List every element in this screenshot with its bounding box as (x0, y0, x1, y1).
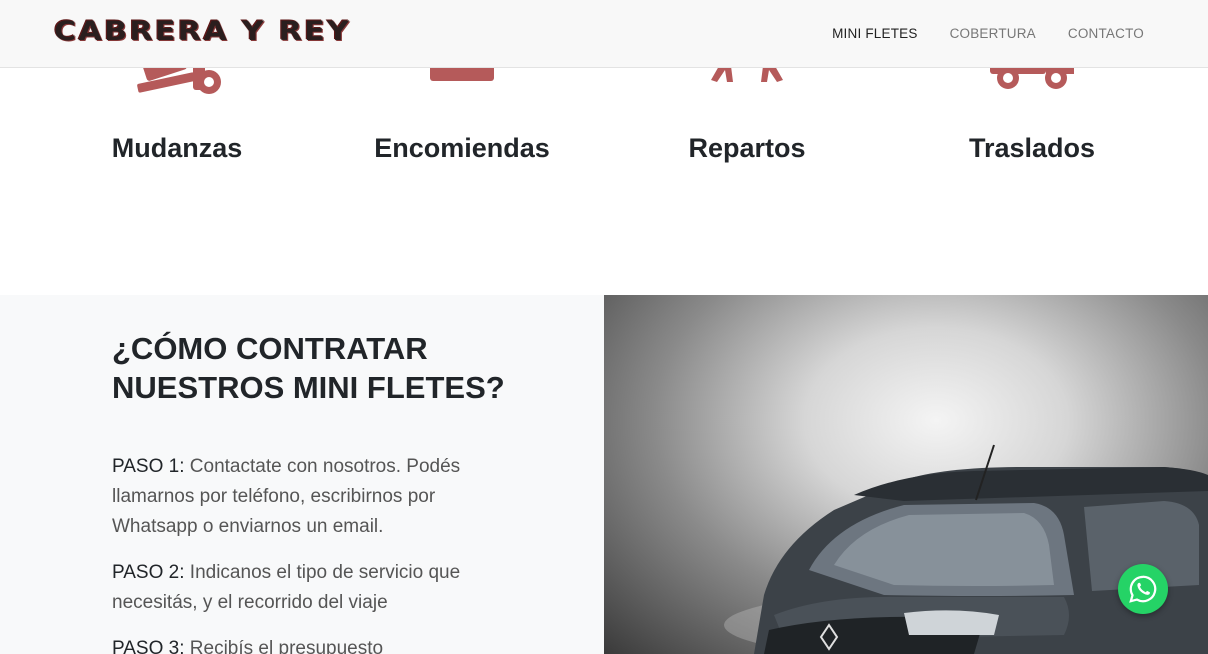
nav-link-mini-fletes[interactable]: MINI FLETES (832, 26, 917, 41)
title-line-2: NUESTROS MINI FLETES? (112, 370, 505, 405)
people-carry-icon (697, 68, 797, 118)
step-2: PASO 2: Indicanos el tipo de servicio qu… (112, 558, 492, 618)
box-icon (412, 68, 512, 118)
service-label: Repartos (688, 133, 806, 163)
section-title: ¿CÓMO CONTRATAR NUESTROS MINI FLETES? (112, 329, 532, 407)
step-1: PASO 1: Contactate con nosotros. Podés l… (112, 452, 492, 542)
title-line-1: ¿CÓMO CONTRATAR (112, 331, 428, 366)
service-label: Encomiendas (374, 133, 550, 163)
step-label: PASO 1: (112, 456, 185, 477)
step-label: PASO 3: (112, 638, 185, 654)
services-section: Mudanzas Encomiendas Repartos Traslados (0, 68, 1208, 295)
brand-logo[interactable]: CABRERA Y REY (54, 16, 351, 47)
how-to-section: ¿CÓMO CONTRATAR NUESTROS MINI FLETES? PA… (0, 295, 604, 654)
nav-links: MINI FLETES COBERTURA CONTACTO (832, 26, 1144, 41)
step-3: PASO 3: Recibís el presupuesto (112, 634, 492, 654)
navbar: CABRERA Y REY MINI FLETES COBERTURA CONT… (0, 0, 1208, 68)
whatsapp-button[interactable] (1118, 564, 1168, 614)
service-label: Mudanzas (111, 133, 243, 163)
van-image (604, 295, 1208, 654)
service-label: Traslados (968, 133, 1096, 163)
step-text: Recibís el presupuesto (189, 638, 384, 654)
step-label: PASO 2: (112, 562, 185, 583)
truck-icon (982, 68, 1082, 118)
nav-link-contacto[interactable]: CONTACTO (1068, 26, 1144, 41)
dolly-icon (127, 68, 227, 118)
whatsapp-icon (1129, 575, 1157, 603)
nav-link-cobertura[interactable]: COBERTURA (950, 26, 1036, 41)
